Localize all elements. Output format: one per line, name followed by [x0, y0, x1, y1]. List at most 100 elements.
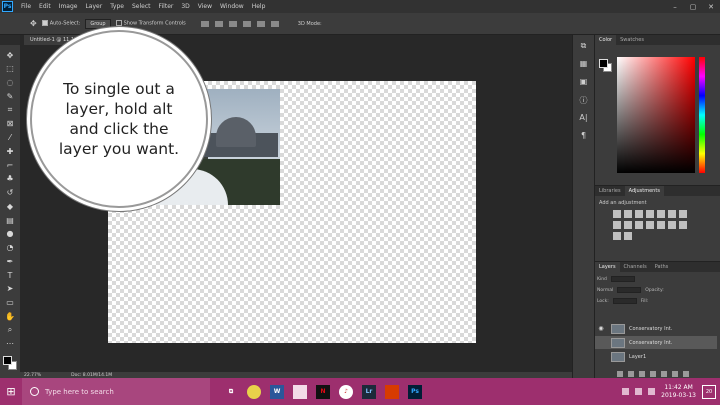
vibrance-icon[interactable]	[657, 210, 665, 218]
lightroom-icon[interactable]: Lr	[362, 384, 376, 399]
menu-view[interactable]: View	[194, 3, 216, 10]
marquee-tool-icon[interactable]: ⬚	[4, 63, 16, 75]
hue-saturation-icon[interactable]	[668, 210, 676, 218]
path-selection-tool-icon[interactable]: ➤	[4, 283, 16, 295]
eyedropper-tool-icon[interactable]: ⁄	[4, 132, 16, 144]
menu-layer[interactable]: Layer	[81, 3, 106, 10]
hue-slider[interactable]	[699, 57, 705, 173]
taskbar-search-box[interactable]: Type here to search	[22, 378, 210, 405]
layer-row[interactable]: Layer1	[595, 350, 717, 363]
pen-tool-icon[interactable]: ✒	[4, 255, 16, 267]
more-tools-icon[interactable]: ⋯	[4, 338, 16, 350]
brush-tool-icon[interactable]: ⌐	[4, 159, 16, 171]
curves-icon[interactable]	[635, 210, 643, 218]
menu-edit[interactable]: Edit	[35, 3, 55, 10]
close-button[interactable]: ✕	[702, 3, 720, 11]
align-left-icon[interactable]	[242, 20, 251, 27]
photoshop-taskbar-icon[interactable]: Ps	[408, 384, 422, 399]
mail-icon[interactable]	[293, 384, 307, 399]
invert-icon[interactable]	[657, 221, 665, 229]
zoom-level[interactable]: 22.77%	[24, 373, 41, 378]
panel-foreground-swatch[interactable]	[599, 59, 608, 68]
menu-window[interactable]: Window	[216, 3, 248, 10]
color-swatches[interactable]	[3, 355, 17, 370]
auto-select-dropdown[interactable]: Group	[85, 18, 111, 29]
auto-select-checkbox[interactable]: Auto-Select:	[41, 20, 80, 27]
character-panel-icon[interactable]: A|	[578, 113, 590, 125]
dodge-tool-icon[interactable]: ◔	[4, 242, 16, 254]
volume-icon[interactable]	[635, 388, 643, 395]
hand-tool-icon[interactable]: ✋	[4, 310, 16, 322]
taskbar-clock[interactable]: 11:42 AM 2019-03-13	[661, 384, 696, 400]
layer-filter-input[interactable]	[610, 276, 635, 282]
menu-image[interactable]: Image	[55, 3, 82, 10]
task-view-icon[interactable]: ⧉	[224, 385, 238, 399]
layer-style-icon[interactable]	[628, 371, 634, 377]
delete-layer-icon[interactable]	[683, 371, 689, 377]
maximize-button[interactable]: ▢	[684, 3, 702, 11]
channel-mixer-icon[interactable]	[635, 221, 643, 229]
gradient-tool-icon[interactable]: ▤	[4, 214, 16, 226]
itunes-icon[interactable]: ♪	[339, 384, 353, 399]
align-top-icon[interactable]	[200, 20, 209, 27]
new-adjustment-layer-icon[interactable]	[650, 371, 656, 377]
color-picker-field[interactable]	[617, 57, 695, 173]
move-tool-icon[interactable]: ✥	[4, 49, 16, 61]
tab-paths[interactable]: Paths	[651, 262, 673, 272]
exposure-icon[interactable]	[646, 210, 654, 218]
blur-tool-icon[interactable]: ●	[4, 228, 16, 240]
info-panel-icon[interactable]: ⓘ	[578, 95, 590, 107]
layer-filter-kind[interactable]: Kind	[597, 277, 607, 282]
crop-tool-icon[interactable]: ⌗	[4, 104, 16, 116]
align-right-icon[interactable]	[270, 20, 279, 27]
align-middle-icon[interactable]	[214, 20, 223, 27]
tab-adjustments[interactable]: Adjustments	[624, 186, 664, 196]
history-brush-tool-icon[interactable]: ↺	[4, 187, 16, 199]
word-icon[interactable]: W	[270, 384, 284, 399]
layer-row[interactable]: ◉ Conservatory Int.	[595, 322, 717, 335]
zoom-tool-icon[interactable]: ⌕	[4, 324, 16, 336]
brightness-contrast-icon[interactable]	[613, 210, 621, 218]
netflix-icon[interactable]: N	[316, 384, 330, 399]
new-group-icon[interactable]	[661, 371, 667, 377]
clone-stamp-tool-icon[interactable]: ♣	[4, 173, 16, 185]
tab-layers[interactable]: Layers	[595, 262, 620, 272]
menu-filter[interactable]: Filter	[155, 3, 178, 10]
layer-row-selected[interactable]: Conservatory Int.	[595, 336, 717, 349]
lasso-tool-icon[interactable]: ◌	[4, 77, 16, 89]
align-center-icon[interactable]	[256, 20, 265, 27]
lock-buttons[interactable]	[612, 298, 637, 304]
chrome-icon[interactable]	[247, 384, 261, 399]
quick-select-tool-icon[interactable]: ✎	[4, 90, 16, 102]
photo-filter-icon[interactable]	[624, 221, 632, 229]
add-mask-icon[interactable]	[639, 371, 645, 377]
posterize-icon[interactable]	[668, 221, 676, 229]
photos-icon[interactable]	[385, 384, 399, 399]
eraser-tool-icon[interactable]: ◆	[4, 200, 16, 212]
minimize-button[interactable]: –	[666, 3, 684, 11]
menu-help[interactable]: Help	[248, 3, 270, 10]
tab-libraries[interactable]: Libraries	[595, 186, 625, 196]
color-balance-icon[interactable]	[679, 210, 687, 218]
history-panel-icon[interactable]: ⧉	[578, 41, 590, 53]
menu-select[interactable]: Select	[128, 3, 155, 10]
gradient-map-icon[interactable]	[624, 232, 632, 240]
tab-color[interactable]: Color	[595, 35, 617, 45]
levels-icon[interactable]	[624, 210, 632, 218]
threshold-icon[interactable]	[679, 221, 687, 229]
menu-file[interactable]: File	[17, 3, 35, 10]
align-bottom-icon[interactable]	[228, 20, 237, 27]
tab-swatches[interactable]: Swatches	[616, 35, 648, 45]
windows-start-icon[interactable]: ⊞	[0, 378, 22, 405]
transform-controls-checkbox[interactable]: Show Transform Controls	[115, 20, 186, 27]
color-lookup-icon[interactable]	[646, 221, 654, 229]
network-icon[interactable]	[622, 388, 630, 395]
foreground-color-swatch[interactable]	[3, 355, 12, 365]
black-white-icon[interactable]	[613, 221, 621, 229]
frame-tool-icon[interactable]: ⊠	[4, 118, 16, 130]
notification-center-icon[interactable]: 20	[702, 384, 716, 399]
battery-icon[interactable]	[648, 388, 656, 395]
menu-3d[interactable]: 3D	[177, 3, 193, 10]
brush-settings-icon[interactable]: ▦	[578, 59, 590, 71]
blend-mode-dropdown[interactable]: Normal	[597, 288, 613, 293]
